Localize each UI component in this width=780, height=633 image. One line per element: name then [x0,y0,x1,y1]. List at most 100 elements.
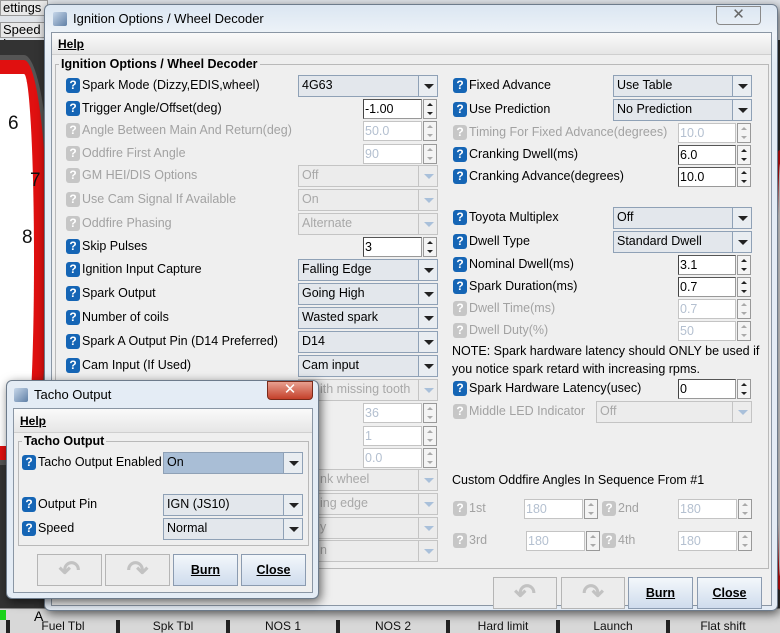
help-icon[interactable]: ? [453,257,467,272]
spinner-arrows-icon[interactable] [737,299,751,319]
spinner-input[interactable]: 0.0 [363,448,422,468]
number-spinner[interactable]: 0.7 [678,299,751,319]
spinner-input[interactable]: 0 [678,379,736,399]
help-icon[interactable]: ? [66,334,80,349]
dropdown[interactable]: 4G63 [298,75,438,97]
dropdown[interactable]: Off [596,401,752,423]
dropdown[interactable]: On [298,189,438,211]
help-icon[interactable]: ? [453,381,467,396]
spinner-input[interactable]: 0.7 [678,299,736,319]
chevron-down-icon[interactable] [418,332,437,352]
help-icon[interactable]: ? [453,147,467,162]
number-spinner[interactable]: 6.0 [678,145,751,165]
number-spinner[interactable]: 180 [678,499,752,519]
spinner-input[interactable]: 180 [678,531,737,551]
close-window-button[interactable]: ✕ [716,6,761,25]
chevron-down-icon[interactable] [418,166,437,186]
help-icon[interactable]: ? [453,501,467,516]
spinner-input[interactable]: 6.0 [678,145,736,165]
spinner-arrows-icon[interactable] [423,403,437,423]
spinner-arrows-icon[interactable] [423,426,437,446]
number-spinner[interactable]: 10.0 [678,167,751,187]
help-icon[interactable]: ? [602,533,616,548]
help-icon[interactable]: ? [66,146,80,161]
background-tab-settings[interactable]: ettings [0,0,48,16]
spinner-arrows-icon[interactable] [737,277,751,297]
tacho-undo-button[interactable]: ↶ [37,554,102,586]
close-button[interactable]: Close [697,577,762,609]
help-icon[interactable]: ? [453,210,467,225]
chevron-down-icon[interactable] [732,100,751,120]
help-icon[interactable]: ? [453,301,467,316]
tacho-close-button[interactable]: Close [241,554,306,586]
dropdown[interactable]: No Prediction [613,99,752,121]
help-icon[interactable]: ? [22,455,36,470]
dropdown[interactable]: y [298,517,438,539]
number-spinner[interactable]: 0 [678,379,751,399]
number-spinner[interactable]: 36 [363,403,437,423]
dropdown[interactable]: On [163,452,303,474]
chevron-down-icon[interactable] [418,76,437,96]
spinner-arrows-icon[interactable] [423,237,437,257]
help-icon[interactable]: ? [22,497,36,512]
tacho-close-window-button[interactable]: ✕ [267,381,313,400]
help-icon[interactable]: ? [66,286,80,301]
dropdown[interactable]: Wasted spark [298,307,438,329]
chevron-down-icon[interactable] [283,453,302,473]
help-icon[interactable]: ? [453,125,467,140]
spinner-arrows-icon[interactable] [737,145,751,165]
help-icon[interactable]: ? [66,262,80,277]
tacho-menu-help[interactable]: Help [20,414,46,428]
help-icon[interactable]: ? [66,310,80,325]
spinner-arrows-icon[interactable] [738,499,752,519]
help-icon[interactable]: ? [453,533,467,548]
dropdown[interactable]: Falling Edge [298,259,438,281]
dropdown[interactable]: ing edge [298,493,438,515]
dropdown[interactable]: Going High [298,283,438,305]
undo-button[interactable]: ↶ [493,577,557,609]
chevron-down-icon[interactable] [418,518,437,538]
spinner-input[interactable]: 36 [363,403,422,423]
dropdown[interactable]: Off [613,207,752,229]
spinner-arrows-icon[interactable] [737,321,751,341]
number-spinner[interactable]: 3 [363,237,437,257]
chevron-down-icon[interactable] [418,380,437,400]
background-tab-speed[interactable]: Speed L [0,22,48,51]
help-icon[interactable]: ? [66,358,80,373]
help-icon[interactable]: ? [66,123,80,138]
number-spinner[interactable]: -1.00 [363,99,437,119]
redo-button[interactable]: ↷ [561,577,625,609]
help-icon[interactable]: ? [453,78,467,93]
spinner-input[interactable]: 180 [526,531,585,551]
spinner-input[interactable]: 50.0 [363,121,422,141]
dropdown[interactable]: n [298,540,438,562]
help-icon[interactable]: ? [66,239,80,254]
spinner-arrows-icon[interactable] [737,167,751,187]
chevron-down-icon[interactable] [732,232,751,252]
help-icon[interactable]: ? [453,169,467,184]
dropdown[interactable]: nk wheel [298,469,438,491]
number-spinner[interactable]: 50.0 [363,121,437,141]
number-spinner[interactable]: 180 [678,531,752,551]
burn-button[interactable]: Burn [628,577,693,609]
chevron-down-icon[interactable] [732,76,751,96]
spinner-arrows-icon[interactable] [423,144,437,164]
dropdown[interactable]: Off [298,165,438,187]
spinner-arrows-icon[interactable] [737,123,751,143]
chevron-down-icon[interactable] [418,494,437,514]
dropdown[interactable]: Standard Dwell [613,231,752,253]
number-spinner[interactable]: 0.0 [363,448,437,468]
spinner-input[interactable]: 3.1 [678,255,736,275]
help-icon[interactable]: ? [22,521,36,536]
spinner-arrows-icon[interactable] [584,499,598,519]
number-spinner[interactable]: 10.0 [678,123,751,143]
spinner-input[interactable]: 0.7 [678,277,736,297]
help-icon[interactable]: ? [66,101,80,116]
number-spinner[interactable]: 180 [526,531,600,551]
chevron-down-icon[interactable] [418,356,437,376]
spinner-arrows-icon[interactable] [737,379,751,399]
spinner-input[interactable]: 180 [524,499,583,519]
tacho-burn-button[interactable]: Burn [173,554,238,586]
spinner-input[interactable]: 1 [363,426,422,446]
chevron-down-icon[interactable] [283,519,302,539]
